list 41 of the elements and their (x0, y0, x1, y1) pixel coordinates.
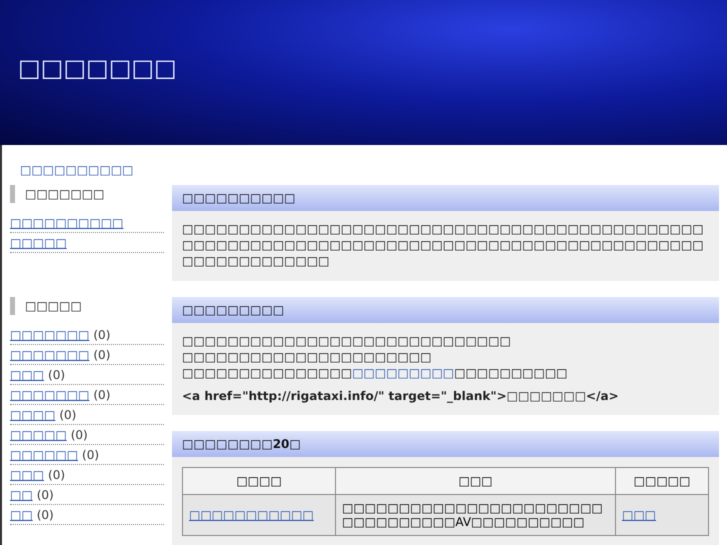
column-header: □□□□□ (616, 468, 708, 494)
item-count: (0) (36, 488, 54, 502)
sidebar-link[interactable]: □□ (10, 508, 33, 522)
item-count: (0) (59, 408, 76, 422)
sidebar-heading: □□□□□ (10, 297, 164, 315)
detail-link[interactable]: □□□ (622, 508, 656, 522)
sidebar-link[interactable]: □□□□□ (10, 428, 67, 442)
sidebar-link[interactable]: □□ (10, 488, 33, 502)
item-count: (0) (82, 448, 100, 462)
sidebar-link[interactable]: □□□□□□□□□□ (10, 216, 124, 230)
site-title: □□□□□□□ (18, 54, 177, 82)
item-count: (0) (93, 348, 110, 362)
item-count: (0) (48, 368, 66, 382)
item-count: (0) (93, 328, 110, 342)
sidebar-link[interactable]: □□□□□□□ (10, 348, 90, 362)
column-header: □□□ (336, 468, 616, 494)
sidebar-link[interactable]: □□□□□ (10, 236, 67, 250)
sidebar-heading: □□□□□□□ (10, 185, 164, 203)
paragraph: □□□□□□□□□□□□□□□□□□□□□□□□□□□□□□□□□□□□□□□□□□□□□□□□□□□□□□□□□□□□□□□□□□□□□□□□□□□□□□□□□□□□□□□□□□□□□□□□□□□□□□□□□ (182, 221, 705, 269)
section-heading: □□□□□□□□□ (172, 297, 719, 323)
sidebar-link[interactable]: □□□ (10, 368, 44, 382)
sidebar-link[interactable]: □□□ (10, 468, 44, 482)
sidebar-link[interactable]: □□□□□□□ (10, 328, 90, 342)
title-link[interactable]: □□□□□□□□□□□ (189, 508, 314, 522)
paragraph: □□□□□□□□□□□□□□□□□□□□□□□□□□□□□□□□□□ (182, 365, 569, 381)
item-count: (0) (48, 468, 66, 482)
paragraph: □□□□□□□□□□□□□□□□□□□□□□□□□□□□□ (182, 333, 512, 349)
section-heading: □□□□□□□□20□ (172, 431, 719, 457)
paragraph: □□□□□□□□□□□□□□□□□□□□□□ (182, 349, 432, 365)
code-snippet: <a href="http://rigataxi.info/" target="_blank">□□□□□□□</a> (182, 389, 620, 403)
breadcrumb-link[interactable]: □□□□□□□□□□ (20, 163, 134, 177)
column-header: □□□□ (182, 468, 336, 494)
item-count: (0) (70, 428, 88, 442)
sidebar-link[interactable]: □□□□□□□ (10, 388, 90, 402)
section-heading: □□□□□□□□□□ (172, 185, 719, 211)
sidebar-link[interactable]: □□□□□□ (10, 448, 78, 462)
table-cell: □□□□□□□□□□□□□□□□□□□□□□□□□□□□□□□□□AV□□□□□□□□□□ (336, 494, 616, 536)
item-count: (0) (93, 388, 110, 402)
text-link[interactable]: □□□□□□□□□ (352, 366, 454, 380)
item-count: (0) (36, 508, 54, 522)
sidebar-link[interactable]: □□□□ (10, 408, 56, 422)
